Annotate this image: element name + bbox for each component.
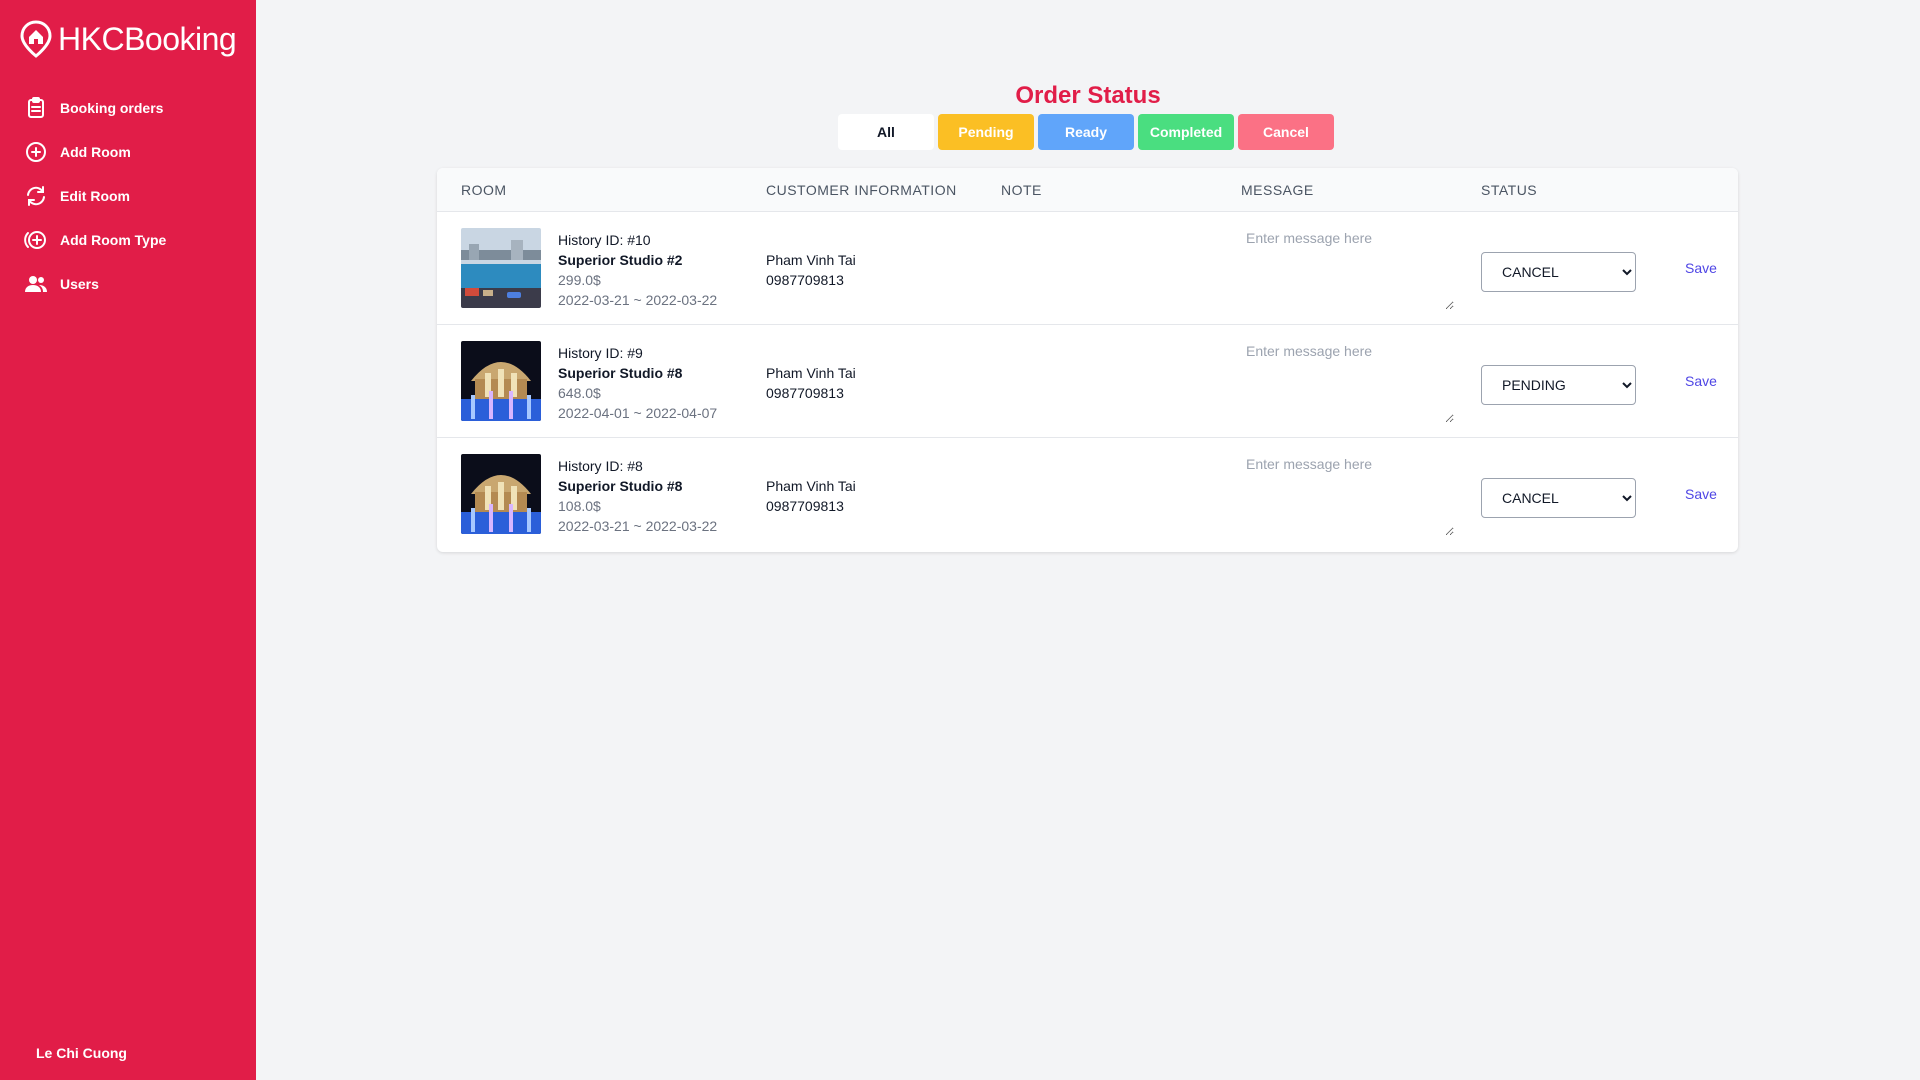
- room-price: 648.0$: [558, 385, 601, 401]
- table-row: History ID: #8 Superior Studio #8 108.0$…: [437, 438, 1738, 551]
- sidebar: HKCBooking Booking orders Add Room Edit …: [0, 0, 256, 1080]
- history-id: History ID: #10: [558, 232, 651, 248]
- customer-phone: 0987709813: [766, 272, 844, 288]
- users-icon: [25, 276, 47, 292]
- history-id: History ID: #9: [558, 345, 643, 361]
- room-info: History ID: #10 Superior Studio #2 299.0…: [558, 230, 717, 310]
- column-header-note: NOTE: [1001, 182, 1042, 198]
- room-info: History ID: #9 Superior Studio #8 648.0$…: [558, 343, 717, 423]
- brand-name: HKCBooking: [58, 20, 237, 57]
- message-input[interactable]: [1241, 226, 1454, 310]
- status-filter-group: All Pending Ready Completed Cancel: [838, 114, 1334, 150]
- room-info: History ID: #8 Superior Studio #8 108.0$…: [558, 456, 717, 536]
- customer-info: Pham Vinh Tai 0987709813: [766, 476, 856, 516]
- save-button[interactable]: Save: [1685, 373, 1717, 389]
- customer-phone: 0987709813: [766, 385, 844, 401]
- sidebar-item-add-room-type[interactable]: Add Room Type: [24, 218, 166, 262]
- page-title: Order Status: [1015, 82, 1161, 109]
- save-button[interactable]: Save: [1685, 260, 1717, 276]
- filter-completed-button[interactable]: Completed: [1138, 114, 1234, 150]
- table-row: History ID: #10 Superior Studio #2 299.0…: [437, 212, 1738, 325]
- sidebar-item-label: Add Room: [60, 144, 131, 160]
- sidebar-item-add-room[interactable]: Add Room: [24, 130, 166, 174]
- status-select[interactable]: CANCEL: [1481, 478, 1636, 518]
- table-row: History ID: #9 Superior Studio #8 648.0$…: [437, 325, 1738, 438]
- plus-circle-icon: [24, 231, 46, 249]
- customer-name: Pham Vinh Tai: [766, 252, 856, 268]
- customer-info: Pham Vinh Tai 0987709813: [766, 363, 856, 403]
- clipboard-list-icon: [28, 97, 44, 118]
- room-name: Superior Studio #8: [558, 478, 683, 494]
- room-thumbnail: [461, 454, 541, 534]
- column-header-status: STATUS: [1481, 182, 1538, 198]
- status-select[interactable]: CANCEL: [1481, 252, 1636, 292]
- history-id: History ID: #8: [558, 458, 643, 474]
- filter-all-button[interactable]: All: [838, 114, 934, 150]
- room-name: Superior Studio #2: [558, 252, 683, 268]
- customer-name: Pham Vinh Tai: [766, 478, 856, 494]
- customer-info: Pham Vinh Tai 0987709813: [766, 250, 856, 290]
- column-header-room: ROOM: [461, 182, 507, 198]
- room-thumbnail: [461, 341, 541, 421]
- status-select[interactable]: PENDING: [1481, 365, 1636, 405]
- booking-dates: 2022-03-21 ~ 2022-03-22: [558, 292, 718, 308]
- filter-pending-button[interactable]: Pending: [938, 114, 1034, 150]
- orders-table: ROOM CUSTOMER INFORMATION NOTE MESSAGE S…: [437, 168, 1738, 552]
- room-thumbnail: [461, 228, 541, 308]
- room-price: 299.0$: [558, 272, 601, 288]
- table-header: ROOM CUSTOMER INFORMATION NOTE MESSAGE S…: [437, 168, 1738, 212]
- message-input[interactable]: [1241, 339, 1454, 423]
- sidebar-item-label: Edit Room: [60, 188, 130, 204]
- plus-circle-icon: [26, 142, 46, 162]
- room-name: Superior Studio #8: [558, 365, 683, 381]
- sidebar-nav: Booking orders Add Room Edit Room Add Ro…: [24, 86, 166, 306]
- message-input[interactable]: [1241, 452, 1454, 536]
- filter-cancel-button[interactable]: Cancel: [1238, 114, 1334, 150]
- sidebar-item-label: Booking orders: [60, 100, 164, 116]
- sidebar-item-label: Add Room Type: [60, 232, 167, 248]
- refresh-icon: [27, 186, 45, 206]
- sidebar-item-edit-room[interactable]: Edit Room: [24, 174, 166, 218]
- current-user-name[interactable]: Le Chi Cuong: [36, 1045, 127, 1061]
- column-header-customer: CUSTOMER INFORMATION: [766, 182, 957, 198]
- customer-phone: 0987709813: [766, 498, 844, 514]
- room-price: 108.0$: [558, 498, 601, 514]
- booking-dates: 2022-03-21 ~ 2022-03-22: [558, 518, 718, 534]
- save-button[interactable]: Save: [1685, 486, 1717, 502]
- booking-dates: 2022-04-01 ~ 2022-04-07: [558, 405, 718, 421]
- sidebar-item-label: Users: [60, 276, 99, 292]
- brand-logo[interactable]: HKCBooking: [20, 20, 237, 58]
- filter-ready-button[interactable]: Ready: [1038, 114, 1134, 150]
- sidebar-item-users[interactable]: Users: [24, 262, 166, 306]
- sidebar-item-booking-orders[interactable]: Booking orders: [24, 86, 166, 130]
- customer-name: Pham Vinh Tai: [766, 365, 856, 381]
- column-header-message: MESSAGE: [1241, 182, 1314, 198]
- map-pin-home-icon: [20, 20, 52, 58]
